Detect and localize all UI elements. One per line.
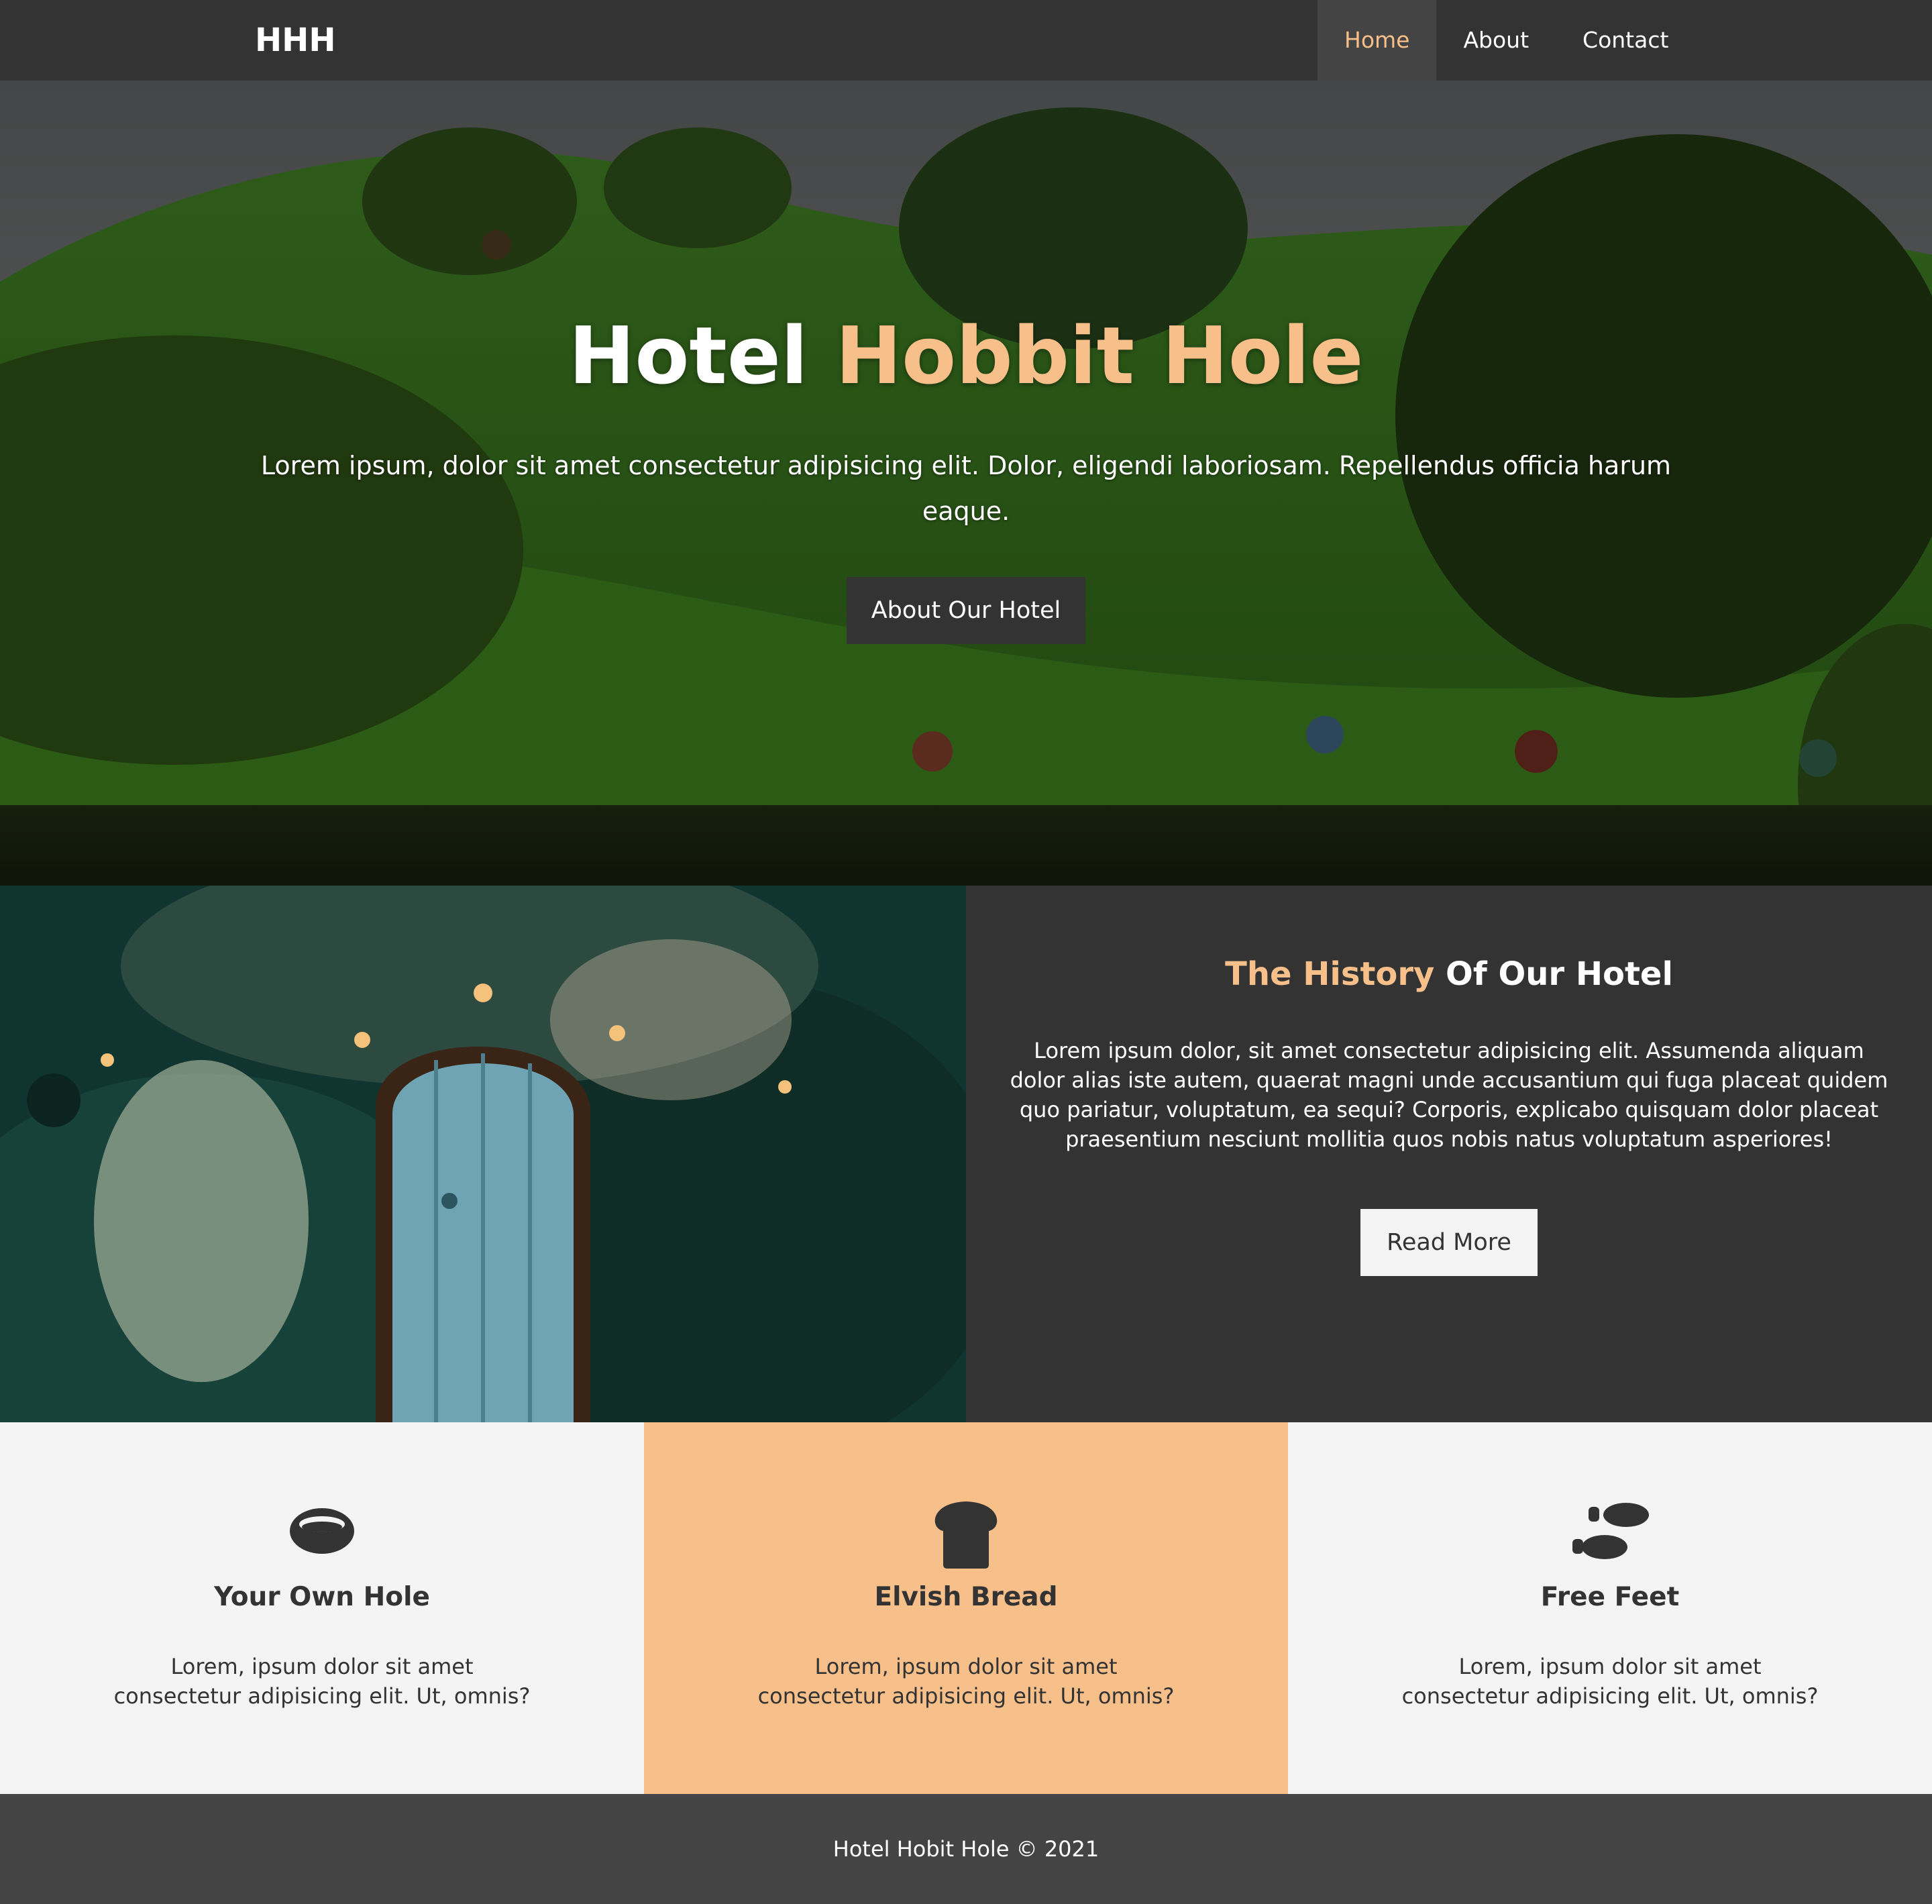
hero-title-plain: Hotel	[568, 309, 836, 402]
feature-title: Elvish Bread	[874, 1582, 1058, 1612]
footer-copyright: Hotel Hobit Hole © 2021	[833, 1836, 1099, 1862]
footer: Hotel Hobit Hole © 2021	[0, 1794, 1932, 1904]
about-title: The History Of Our Hotel	[966, 955, 1932, 993]
nav-link-contact[interactable]: Contact	[1556, 0, 1695, 81]
about-title-plain: Of Our Hotel	[1434, 955, 1673, 993]
feature-free-feet: Free Feet Lorem, ipsum dolor sit amet co…	[1288, 1422, 1932, 1794]
feature-title: Free Feet	[1540, 1582, 1680, 1612]
read-more-button[interactable]: Read More	[1360, 1209, 1538, 1276]
bread-icon	[934, 1501, 998, 1569]
feature-elvish-bread: Elvish Bread Lorem, ipsum dolor sit amet…	[644, 1422, 1288, 1794]
about-title-accent: The History	[1225, 955, 1435, 993]
about-our-hotel-button[interactable]: About Our Hotel	[847, 577, 1085, 644]
hero-title-accent: Hobbit Hole	[835, 309, 1364, 402]
features-section: Your Own Hole Lorem, ipsum dolor sit ame…	[0, 1422, 1932, 1794]
feature-your-own-hole: Your Own Hole Lorem, ipsum dolor sit ame…	[0, 1422, 644, 1794]
hero-title: Hotel Hobbit Hole	[0, 309, 1932, 404]
feature-text: Lorem, ipsum dolor sit amet consectetur …	[1401, 1654, 1819, 1709]
feature-title: Your Own Hole	[214, 1582, 430, 1612]
site-logo[interactable]: HHH	[255, 0, 336, 81]
about-section: The History Of Our Hotel Lorem ipsum dol…	[0, 886, 1932, 1422]
navbar: HHH Home About Contact	[0, 0, 1932, 81]
hero-text: Lorem ipsum, dolor sit amet consectetur …	[260, 451, 1672, 526]
hero-section: Hotel Hobbit Hole Lorem ipsum, dolor sit…	[0, 81, 1932, 886]
main-nav: Home About Contact	[1318, 0, 1695, 81]
feature-text: Lorem, ipsum dolor sit amet consectetur …	[757, 1654, 1175, 1709]
about-panel: The History Of Our Hotel Lorem ipsum dol…	[966, 886, 1932, 1422]
nav-link-home[interactable]: Home	[1318, 0, 1437, 81]
nav-link-about[interactable]: About	[1436, 0, 1556, 81]
hobbit-door-image	[0, 886, 966, 1422]
footprints-icon	[1572, 1503, 1649, 1559]
feature-text: Lorem, ipsum dolor sit amet consectetur …	[113, 1654, 531, 1709]
about-text: Lorem ipsum dolor, sit amet consectetur …	[1010, 1038, 1888, 1152]
ring-icon	[290, 1508, 354, 1554]
